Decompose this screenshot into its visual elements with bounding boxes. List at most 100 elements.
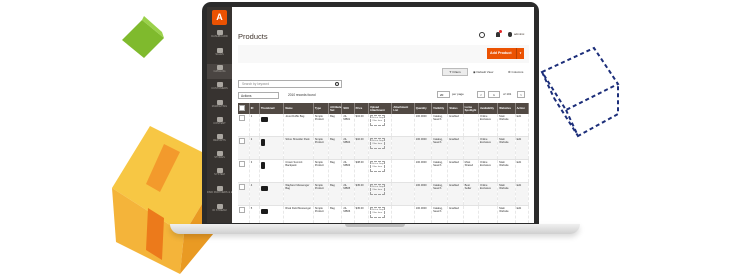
- sidebar-item-7[interactable]: STORES: [207, 150, 232, 165]
- column-header[interactable]: Luma Spotlight: [463, 103, 479, 114]
- attachment-dropzone[interactable]: Click or Drop Files here: [369, 115, 385, 126]
- table-row[interactable]: 4 Wayfarer Messenger Bag Simple Product Bag…: [238, 182, 530, 206]
- gear-icon: ⚙: [508, 70, 511, 74]
- sidebar-item-5[interactable]: CONTENT: [207, 116, 232, 131]
- cell-spotlight: Most Shared: [463, 159, 479, 183]
- row-checkbox[interactable]: [239, 207, 245, 213]
- cell-availability: Online Exclusive: [478, 136, 499, 160]
- cell-status: Enabled: [447, 205, 464, 223]
- add-product-button[interactable]: Add Product ▾: [487, 48, 524, 59]
- row-checkbox[interactable]: [239, 161, 245, 167]
- thumbnail-cell: [259, 182, 285, 206]
- attachment-dropzone[interactable]: Click or Drop Files here: [369, 207, 385, 218]
- column-header[interactable]: Action: [515, 103, 530, 114]
- cell-action[interactable]: Edit: [515, 114, 530, 137]
- column-header[interactable]: Type: [313, 103, 330, 114]
- column-header[interactable]: [238, 103, 250, 114]
- cell-action[interactable]: Edit: [515, 205, 530, 223]
- attachment-list-cell: [391, 136, 415, 160]
- table-row[interactable]: 5 Rival Field Messenger Simple Product Bag 2…: [238, 205, 530, 223]
- column-header[interactable]: Availability: [478, 103, 499, 114]
- column-header[interactable]: Price: [354, 103, 369, 114]
- row-select-cell: [238, 205, 250, 223]
- add-product-dropdown-icon[interactable]: ▾: [516, 48, 524, 59]
- default-view-control[interactable]: ◉ Default View: [473, 70, 493, 74]
- column-header[interactable]: Websites: [497, 103, 516, 114]
- keyword-search-input[interactable]: Search by keyword: [238, 80, 342, 88]
- cell-id: 2: [249, 136, 260, 160]
- filters-label: Filters: [452, 70, 461, 74]
- sidebar-item-10[interactable]: ID STREAM: [207, 203, 232, 218]
- column-header[interactable]: Status: [447, 103, 464, 114]
- global-search-icon[interactable]: [479, 32, 485, 38]
- filters-button[interactable]: ⏷ Filters: [442, 68, 468, 76]
- column-header[interactable]: Quantity: [414, 103, 433, 114]
- select-all-checkbox[interactable]: [239, 105, 245, 111]
- cell-visibility: Catalog, Search: [431, 159, 449, 183]
- cell-type: Simple Product: [313, 159, 330, 183]
- green-cube-decoration: [122, 16, 164, 58]
- row-checkbox[interactable]: [239, 184, 245, 190]
- sidebar-item-label: ID STREAM: [212, 209, 227, 212]
- column-header[interactable]: Visibility: [431, 103, 449, 114]
- sidebar-item-9[interactable]: FIND PARTNERS & EXTENSIONS: [207, 185, 232, 200]
- cell-status: Enabled: [447, 159, 464, 183]
- prev-page-button[interactable]: <: [477, 91, 485, 98]
- cell-attr: Bag: [328, 114, 343, 137]
- cell-qty: 100.0000: [414, 205, 433, 223]
- column-header[interactable]: Name: [283, 103, 314, 114]
- cell-websites: Main Website: [497, 159, 516, 183]
- cell-qty: 100.0000: [414, 182, 433, 206]
- column-header[interactable]: Upload Attachment: [368, 103, 393, 114]
- attachment-dropzone[interactable]: Click or Drop Files here: [369, 161, 385, 172]
- per-page-label: per page: [452, 92, 464, 96]
- sidebar-item-0[interactable]: DASHBOARD: [207, 29, 232, 44]
- page-total: of 101: [503, 92, 512, 96]
- sidebar-item-8[interactable]: SYSTEM: [207, 167, 232, 182]
- cell-availability: [478, 205, 499, 223]
- thumbnail-cell: [259, 114, 285, 137]
- cell-action[interactable]: Edit: [515, 159, 530, 183]
- columns-control[interactable]: ⚙ Columns: [508, 70, 523, 74]
- cell-attr: Bag: [328, 205, 343, 223]
- grid-header-row: ID Thumbnail Name Type Attribute Set SKU Price…: [238, 103, 530, 114]
- sidebar-item-label: DASHBOARD: [211, 35, 228, 38]
- next-page-button[interactable]: >: [517, 91, 525, 98]
- sidebar-item-2[interactable]: CATALOG: [207, 64, 232, 79]
- sidebar-item-6[interactable]: REPORTS: [207, 133, 232, 148]
- column-header[interactable]: ID: [249, 103, 260, 114]
- row-checkbox[interactable]: [239, 138, 245, 144]
- table-row[interactable]: 2 Strive Shoulder Pack Simple Product Bag 24…: [238, 136, 530, 160]
- attachment-dropzone[interactable]: Click or Drop Files here: [369, 184, 385, 195]
- sidebar-item-4[interactable]: MARKETING: [207, 99, 232, 114]
- mass-actions-select[interactable]: Actions: [238, 92, 279, 99]
- column-header[interactable]: SKU: [341, 103, 355, 114]
- sidebar-item-label: STORES: [214, 156, 225, 159]
- user-icon[interactable]: [508, 32, 512, 37]
- per-page-select[interactable]: 20: [437, 91, 450, 98]
- magento-logo[interactable]: A: [212, 10, 227, 25]
- column-header[interactable]: Attribute Set: [328, 103, 343, 114]
- cell-spotlight: Best Seller: [463, 182, 479, 206]
- cell-status: Enabled: [447, 182, 464, 206]
- cell-action[interactable]: Edit: [515, 136, 530, 160]
- search-icon[interactable]: [335, 82, 339, 86]
- table-row[interactable]: 1 Joust Duffle Bag Simple Product Bag 24-MB0…: [238, 114, 530, 137]
- cell-spotlight: [463, 205, 479, 223]
- cell-type: Simple Product: [313, 136, 330, 160]
- table-row[interactable]: 3 Crown Summit Backpack Simple Product Bag 2…: [238, 159, 530, 183]
- column-header[interactable]: Thumbnail: [259, 103, 285, 114]
- cell-action[interactable]: Edit: [515, 182, 530, 206]
- sidebar-item-3[interactable]: CUSTOMERS: [207, 81, 232, 96]
- sidebar-item-1[interactable]: SALES: [207, 47, 232, 62]
- page-number-input[interactable]: 1: [488, 91, 500, 98]
- column-header[interactable]: Attachment List: [391, 103, 415, 114]
- attachment-dropzone[interactable]: Click or Drop Files here: [369, 138, 385, 149]
- sidebar-item-label: MARKETING: [211, 105, 228, 108]
- upload-attachment-cell: Click or Drop Files here: [368, 205, 393, 223]
- cell-websites: Main Website: [497, 136, 516, 160]
- row-select-cell: [238, 159, 250, 183]
- user-name[interactable]: adminsi: [514, 32, 524, 36]
- row-checkbox[interactable]: [239, 115, 245, 121]
- cell-sku: 24-MB06: [341, 205, 355, 223]
